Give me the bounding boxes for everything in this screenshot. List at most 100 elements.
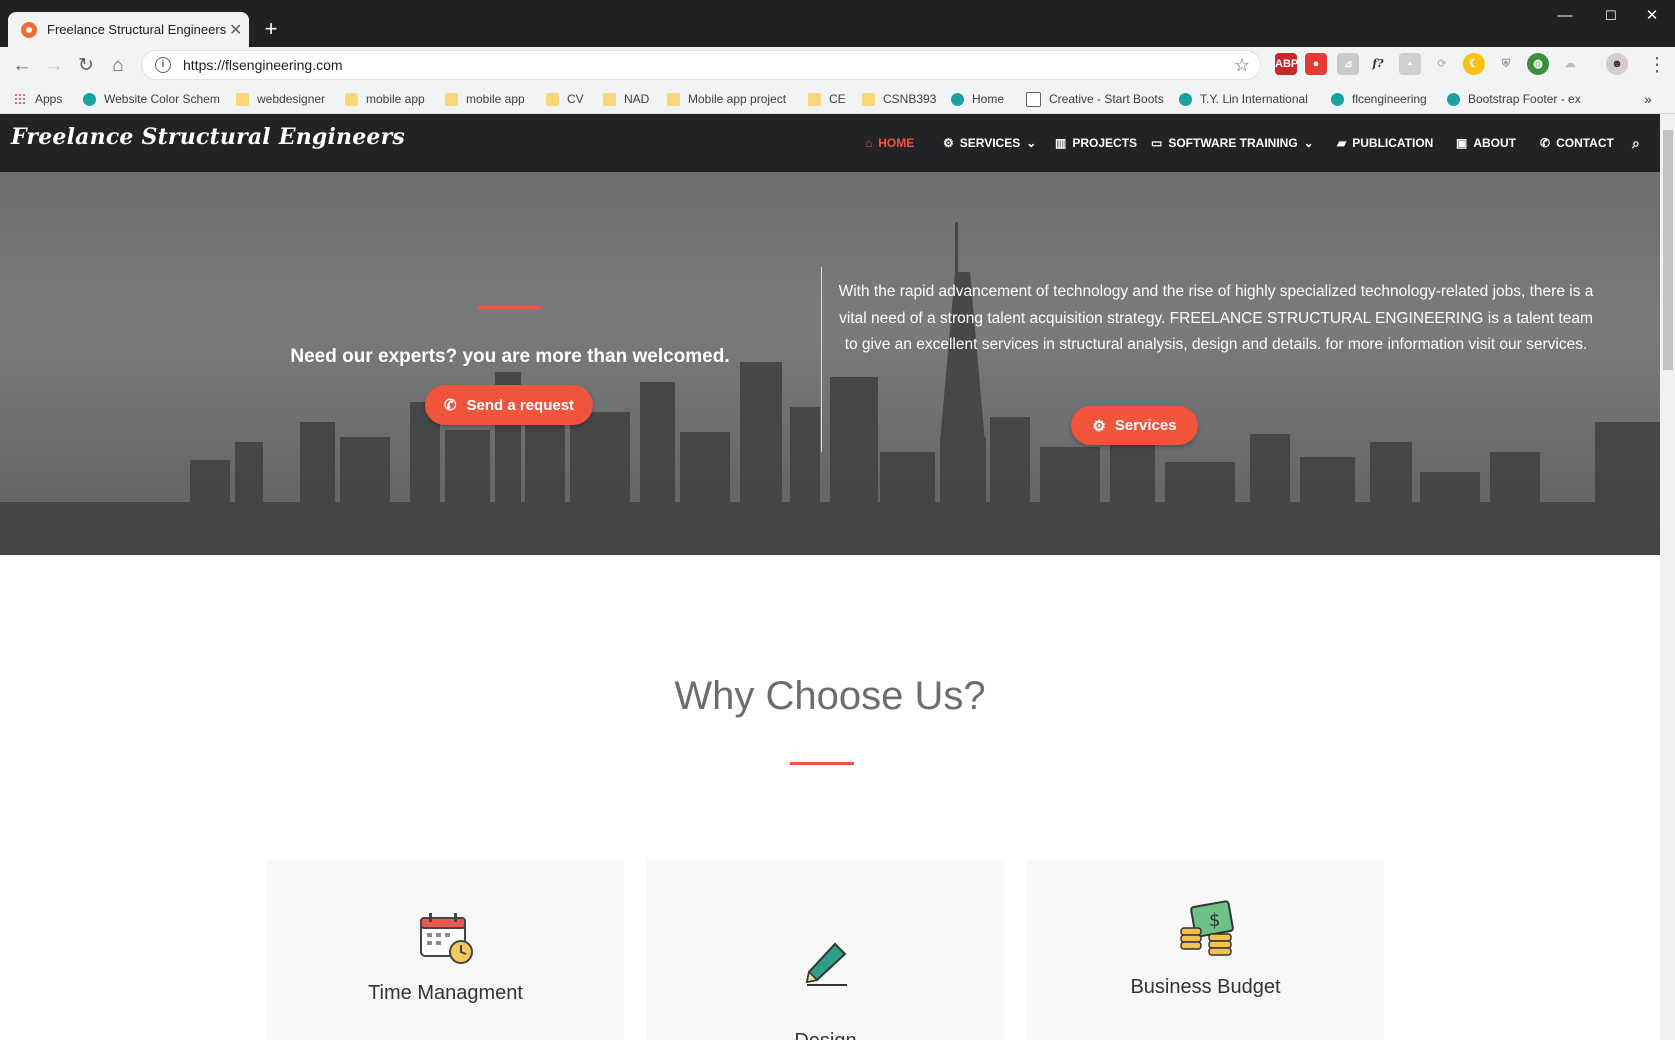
- hero-divider: [821, 267, 822, 452]
- bookmark-item[interactable]: flcengineering: [1331, 84, 1427, 114]
- phone-icon: ✆: [1540, 136, 1551, 150]
- close-window-button[interactable]: ✕: [1629, 0, 1675, 32]
- bookmark-item[interactable]: CV: [546, 84, 584, 114]
- bookmark-label: Apps: [35, 92, 63, 106]
- why-choose-us-title: Why Choose Us?: [674, 674, 986, 718]
- site-logo[interactable]: Freelance Structural Engineers: [11, 124, 405, 150]
- bookmark-label: Bootstrap Footer - ex: [1468, 92, 1581, 106]
- sync-extension-icon[interactable]: ⟳: [1431, 53, 1453, 75]
- tab-title: Freelance Structural Engineers: [47, 22, 227, 37]
- new-tab-button[interactable]: +: [258, 16, 284, 42]
- nav-home[interactable]: ⌂ HOME: [865, 114, 914, 172]
- bookmark-item[interactable]: Creative - Start Boots: [1026, 84, 1164, 114]
- svg-text:$: $: [1209, 910, 1220, 931]
- feature-card: Time Managment: [267, 860, 624, 1040]
- chevron-down-icon: ⌄: [1026, 136, 1037, 150]
- site-navbar: Freelance Structural Engineers ⌂ HOME ⚙ SE…: [0, 114, 1660, 172]
- nav-projects[interactable]: ▥ PROJECTS: [1055, 114, 1137, 172]
- bookmark-item[interactable]: webdesigner: [236, 84, 325, 114]
- nav-publication[interactable]: ▰ PUBLICATION: [1337, 114, 1433, 172]
- search-icon[interactable]: ⌕: [1632, 114, 1640, 172]
- web-page: Freelance Structural Engineers ⌂ HOME ⚙ SE…: [0, 114, 1660, 1040]
- chrome-menu-icon[interactable]: ⋮: [1644, 53, 1670, 79]
- moon-extension-icon[interactable]: ☾: [1463, 53, 1485, 75]
- bookmark-label: Home: [972, 92, 1005, 106]
- services-button[interactable]: ⚙ Services: [1071, 406, 1198, 445]
- chat-extension-icon[interactable]: ▪: [1399, 53, 1421, 75]
- shield-extension-icon[interactable]: ⛨: [1495, 53, 1517, 75]
- card-title: Design: [647, 1030, 1004, 1040]
- formula-extension-icon[interactable]: f?: [1367, 53, 1389, 75]
- cloud-extension-icon[interactable]: ☁: [1559, 53, 1581, 75]
- why-accent-line: [790, 762, 854, 765]
- more-bookmarks-icon[interactable]: »: [1644, 84, 1652, 114]
- bookmark-label: Website Color Schem: [104, 92, 220, 106]
- gear-icon: ⚙: [1092, 417, 1106, 435]
- nav-services[interactable]: ⚙ SERVICES ⌄: [943, 114, 1036, 172]
- close-tab-icon[interactable]: ✕: [229, 20, 242, 40]
- bookmark-label: mobile app: [366, 92, 425, 106]
- contact-card-icon: ▣: [1456, 136, 1468, 150]
- browser-tab[interactable]: Freelance Structural Engineers ✕: [8, 12, 249, 47]
- pencil-icon: [805, 942, 847, 986]
- back-icon[interactable]: ←: [9, 53, 35, 79]
- hero-description: With the rapid advancement of technology…: [838, 283, 1594, 353]
- bookmark-item[interactable]: NAD: [603, 84, 649, 114]
- bookmark-label: webdesigner: [257, 92, 326, 106]
- building-icon: ▥: [1055, 136, 1067, 150]
- bookmark-item[interactable]: Website Color Schem: [83, 84, 220, 114]
- folder-icon: [345, 92, 358, 106]
- home-icon[interactable]: ⌂: [105, 53, 131, 79]
- bookmark-item[interactable]: Home: [951, 84, 1004, 114]
- bookmark-label: Mobile app project: [688, 92, 787, 106]
- bookmark-item[interactable]: Bootstrap Footer - ex: [1447, 84, 1581, 114]
- nav-contact-label: CONTACT: [1556, 136, 1614, 150]
- nav-contact[interactable]: ✆ CONTACT: [1540, 114, 1614, 172]
- chevron-down-icon: ⌄: [1303, 136, 1314, 150]
- folder-icon: [808, 92, 821, 106]
- minimize-button[interactable]: —: [1542, 0, 1588, 32]
- bookmark-item[interactable]: mobile app: [445, 84, 525, 114]
- adblock-extension-icon[interactable]: ABP: [1275, 53, 1298, 75]
- book-icon: ▰: [1337, 136, 1347, 150]
- page-icon: [1026, 91, 1041, 107]
- site-info-icon[interactable]: i: [155, 57, 171, 73]
- bookmark-item[interactable]: Apps: [14, 84, 62, 114]
- nav-services-label: SERVICES: [959, 136, 1021, 150]
- tab-strip: [0, 0, 1675, 47]
- send-request-button[interactable]: ✆ Send a request: [425, 385, 593, 425]
- bookmark-label: Creative - Start Boots: [1049, 92, 1164, 106]
- bookmark-item[interactable]: CSNB393: [862, 84, 936, 114]
- forward-icon[interactable]: →: [41, 53, 67, 79]
- bookmark-item[interactable]: CE: [808, 84, 846, 114]
- gear-icon: ⚙: [943, 136, 954, 150]
- bookmark-label: flcengineering: [1352, 92, 1427, 106]
- scrollbar-thumb[interactable]: [1663, 130, 1673, 370]
- nav-software-training[interactable]: ▭ SOFTWARE TRAINING ⌄: [1151, 114, 1314, 172]
- hero-accent-line: [478, 306, 540, 309]
- phone-icon: ✆: [443, 397, 457, 414]
- bookmark-item[interactable]: T.Y. Lin International: [1179, 84, 1308, 114]
- bookmark-item[interactable]: mobile app: [345, 84, 425, 114]
- address-bar[interactable]: i https://flsengineering.com ☆: [141, 50, 1261, 80]
- bookmark-label: T.Y. Lin International: [1200, 92, 1308, 106]
- profile-avatar[interactable]: ☻: [1606, 53, 1628, 75]
- globe-extension-icon[interactable]: ◍: [1527, 53, 1549, 75]
- folder-icon: [862, 92, 875, 106]
- new-extension-icon[interactable]: ●: [1305, 53, 1327, 75]
- folder-icon: [236, 92, 249, 106]
- card-title: Business Budget: [1130, 976, 1281, 998]
- bookmark-star-icon[interactable]: ☆: [1234, 55, 1250, 76]
- reload-icon[interactable]: ↻: [73, 53, 99, 79]
- feature-card: $ Business Budget: [1027, 860, 1384, 1040]
- url-text[interactable]: https://flsengineering.com: [183, 57, 1234, 73]
- site-favicon-icon: [21, 21, 37, 38]
- bookmark-item[interactable]: Mobile app project: [667, 84, 786, 114]
- folder-icon: [546, 92, 559, 106]
- site-favicon-icon: [83, 92, 96, 106]
- pdf-extension-icon[interactable]: ⊿: [1337, 53, 1359, 75]
- maximize-button[interactable]: ☐: [1588, 0, 1634, 32]
- nav-about[interactable]: ▣ ABOUT: [1456, 114, 1516, 172]
- site-favicon-icon: [1179, 92, 1192, 106]
- send-request-label: Send a request: [466, 396, 575, 414]
